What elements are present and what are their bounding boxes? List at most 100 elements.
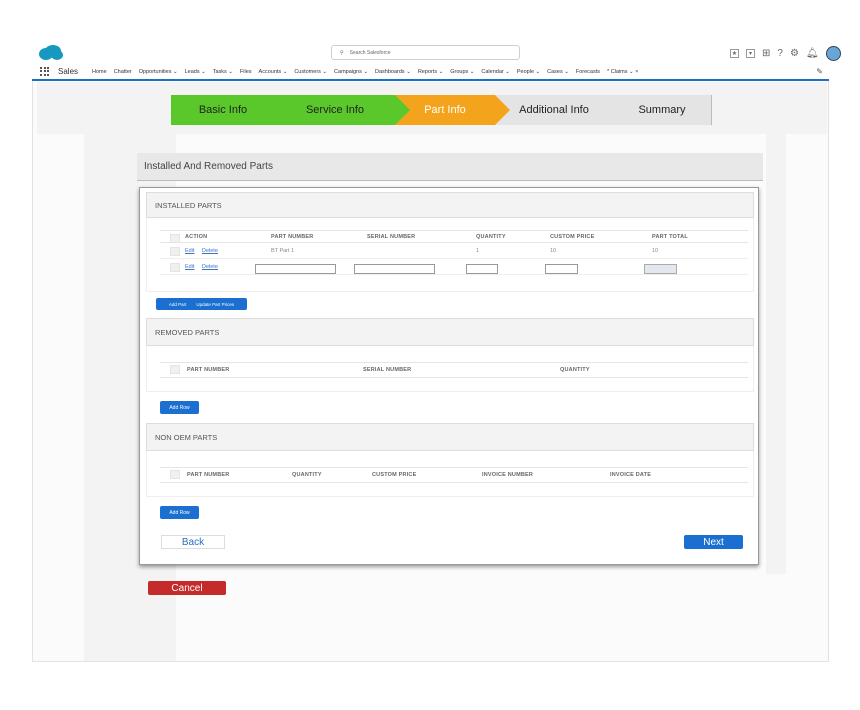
nav-item-files[interactable]: Files (240, 69, 252, 75)
add-icon[interactable]: ⊞ (762, 48, 770, 59)
quantity-value: 1 (476, 248, 480, 254)
select-all-checkbox[interactable] (170, 470, 180, 479)
step-label: Basic Info (198, 104, 248, 116)
installed-parts-header: INSTALLED PARTS (146, 192, 754, 218)
header-actions: ★ ▾ ⊞ ? ⚙ 🔔︎ (730, 46, 841, 61)
step-label: Service Info (305, 104, 365, 116)
column-custom-price: CUSTOM PRICE (550, 234, 595, 240)
installed-parts-panel: ACTION PART NUMBER SERIAL NUMBER QUANTIT… (146, 218, 754, 292)
step-arrow (395, 95, 410, 125)
part-number-value: BT Part 1 (271, 248, 295, 254)
nav-bar: Sales Home Chatter Opportunities ⌄ Leads… (32, 64, 829, 81)
nav-item-dashboards[interactable]: Dashboards ⌄ (375, 69, 411, 75)
column-quantity: QUANTITY (560, 367, 590, 373)
add-part-button[interactable]: Add Part Update Part Prices (156, 298, 247, 310)
installed-parts-table-header: ACTION PART NUMBER SERIAL NUMBER QUANTIT… (160, 230, 748, 243)
search-icon: ⚲ (340, 49, 344, 56)
row-checkbox[interactable] (170, 263, 180, 272)
part-total-value: 10 (652, 248, 659, 254)
add-part-label: Add Part (168, 301, 187, 307)
non-oem-parts-header: NON OEM PARTS (146, 423, 754, 451)
tab-claims[interactable]: * Claims ⌄ × (607, 69, 638, 75)
select-all-checkbox[interactable] (170, 234, 180, 243)
add-row-label: Add Row (169, 404, 190, 411)
search-input[interactable]: ⚲ Search Salesforce (331, 45, 520, 60)
column-quantity: QUANTITY (292, 472, 322, 478)
part-number-input[interactable] (255, 264, 336, 274)
non-oem-parts-panel: PART NUMBER QUANTITY CUSTOM PRICE INVOIC… (146, 451, 754, 497)
step-part-info[interactable]: Part Info (395, 95, 510, 125)
column-serial-number: SERIAL NUMBER (363, 367, 412, 373)
add-row-button-removed[interactable]: Add Row (160, 401, 199, 414)
bell-icon[interactable]: 🔔︎ (806, 48, 819, 59)
nav-item-customers[interactable]: Customers ⌄ (294, 69, 327, 75)
edit-link[interactable]: Edit (185, 264, 194, 270)
back-button[interactable]: Back (161, 535, 225, 549)
column-serial-number: SERIAL NUMBER (367, 234, 416, 240)
step-basic-info[interactable]: Basic Info (171, 95, 290, 125)
removed-parts-header: REMOVED PARTS (146, 318, 754, 346)
column-part-number: PART NUMBER (271, 234, 314, 240)
custom-price-input[interactable] (545, 264, 578, 274)
step-additional-info[interactable]: Additional Info (495, 95, 628, 125)
column-custom-price: CUSTOM PRICE (372, 472, 417, 478)
help-icon[interactable]: ? (777, 48, 783, 59)
nav-item-campaigns[interactable]: Campaigns ⌄ (334, 69, 368, 75)
delete-link[interactable]: Delete (202, 264, 218, 270)
nav-item-people[interactable]: People ⌄ (517, 69, 540, 75)
cancel-button[interactable]: Cancel (148, 581, 226, 595)
column-part-number: PART NUMBER (187, 472, 230, 478)
non-oem-parts-title: NON OEM PARTS (155, 432, 218, 442)
gear-icon[interactable]: ⚙ (790, 48, 799, 59)
avatar[interactable] (825, 46, 841, 61)
progress-steps: Basic Info Service Info Part Info Additi… (171, 95, 712, 125)
part-total-input (644, 264, 677, 274)
table-row: Edit Delete (160, 261, 748, 275)
nav-item-cases[interactable]: Cases ⌄ (547, 69, 569, 75)
search-placeholder: Search Salesforce (349, 49, 391, 56)
column-part-total: PART TOTAL (652, 234, 688, 240)
column-quantity: QUANTITY (476, 234, 506, 240)
section-title: Installed And Removed Parts (137, 153, 763, 181)
favorites-dropdown-icon[interactable]: ▾ (746, 49, 755, 58)
nav-item-forecasts[interactable]: Forecasts (576, 69, 600, 75)
edit-nav-icon[interactable]: ✎ (816, 67, 823, 76)
row-checkbox[interactable] (170, 247, 180, 256)
column-action: ACTION (185, 234, 208, 240)
column-invoice-date: INVOICE DATE (610, 472, 652, 478)
removed-parts-panel: PART NUMBER SERIAL NUMBER QUANTITY (146, 346, 754, 392)
step-arrow (613, 95, 628, 125)
nav-item-chatter[interactable]: Chatter (114, 69, 132, 75)
salesforce-logo-icon[interactable] (38, 44, 64, 62)
nav-item-tasks[interactable]: Tasks ⌄ (213, 69, 233, 75)
custom-price-value: 10 (550, 248, 557, 254)
favorites-icon[interactable]: ★ (730, 49, 739, 58)
section-title-text: Installed And Removed Parts (144, 161, 273, 172)
update-part-prices-button[interactable]: Update Part Prices (196, 302, 234, 307)
select-all-checkbox[interactable] (170, 365, 180, 374)
nav-item-leads[interactable]: Leads ⌄ (185, 69, 206, 75)
non-oem-parts-table-header: PART NUMBER QUANTITY CUSTOM PRICE INVOIC… (160, 467, 748, 483)
next-button[interactable]: Next (684, 535, 743, 549)
step-arrow (275, 95, 290, 125)
nav-item-accounts[interactable]: Accounts ⌄ (259, 69, 288, 75)
app-launcher-icon[interactable] (40, 66, 50, 77)
nav-item-calendar[interactable]: Calendar ⌄ (481, 69, 509, 75)
nav-item-opportunities[interactable]: Opportunities ⌄ (139, 69, 178, 75)
serial-number-input[interactable] (354, 264, 435, 274)
quantity-input[interactable] (466, 264, 498, 274)
edit-link[interactable]: Edit (185, 248, 194, 254)
nav-item-reports[interactable]: Reports ⌄ (418, 69, 443, 75)
column-invoice-number: INVOICE NUMBER (482, 472, 534, 478)
add-row-button-non-oem[interactable]: Add Row (160, 506, 199, 519)
step-label: Additional Info (519, 104, 589, 116)
right-panel (766, 134, 786, 574)
step-service-info[interactable]: Service Info (275, 95, 410, 125)
nav-item-groups[interactable]: Groups ⌄ (450, 69, 474, 75)
step-arrow (495, 95, 510, 125)
nav-item-home[interactable]: Home (92, 69, 107, 75)
table-row: Edit Delete BT Part 1 1 10 10 (160, 245, 748, 259)
app-name: Sales (58, 67, 79, 76)
parts-card: INSTALLED PARTS ACTION PART NUMBER SERIA… (139, 187, 759, 565)
delete-link[interactable]: Delete (202, 248, 218, 254)
